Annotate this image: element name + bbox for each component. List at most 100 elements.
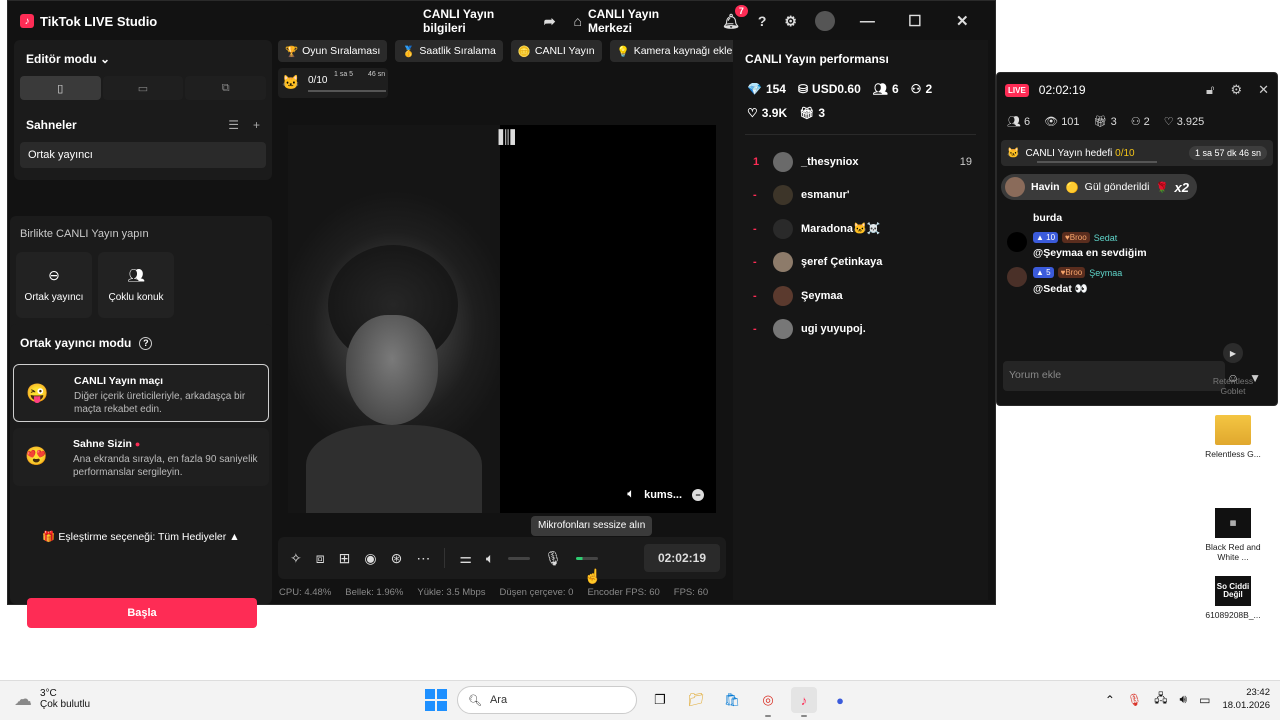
volume-icon[interactable]: 🔊︎ <box>1180 692 1188 707</box>
chip-live[interactable]: 🪙 CANLI Yayın <box>510 40 602 62</box>
add-icon[interactable]: + <box>253 118 260 132</box>
list-icon[interactable]: ☰ <box>228 118 239 132</box>
live-info-button[interactable]: CANLI Yayın bilgileri ➦ <box>423 7 555 35</box>
audio-source[interactable]: 🔈︎ kums... − <box>627 488 704 501</box>
mouse-cursor-icon: ☝ <box>584 568 602 584</box>
live-match-card[interactable]: 😜 CANLI Yayın maçı Diğer içerik üreticil… <box>13 364 269 422</box>
clock[interactable]: 23:42 18.01.2026 <box>1222 687 1270 713</box>
temperature: 3°C <box>40 688 57 699</box>
video-preview[interactable]: ▐║▌ 🔈︎ kums... − <box>288 125 716 513</box>
chat-text: @Şeymaa en sevdiğim <box>1033 247 1147 259</box>
network-icon[interactable]: 🖧 <box>1154 689 1167 710</box>
mic-level-slider[interactable] <box>576 556 599 560</box>
gift-icon: 🎁︎ <box>799 106 815 120</box>
chip-label: Kamera kaynağı ekle... <box>633 45 742 57</box>
close-icon[interactable]: ✕ <box>1258 82 1269 98</box>
chrome-icon[interactable]: ◎ <box>755 687 781 717</box>
volume-icon[interactable]: 🔈︎ <box>486 550 494 567</box>
chip-add-camera[interactable]: 💡 Kamera kaynağı ekle... <box>609 40 749 62</box>
chat-message[interactable]: ▲ 5 ♥Broo Şeymaa @Sedat 👀 <box>1007 267 1267 295</box>
live-goal[interactable]: 🐱 CANLI Yayın hedefi 0/10 1 sa 57 dk 46 … <box>1001 140 1273 166</box>
chevron-up-icon[interactable]: ⌃ <box>1105 693 1115 707</box>
more-icon[interactable]: ⋯ <box>416 550 430 567</box>
microphone-icon[interactable]: 🎙︎ <box>1127 693 1142 707</box>
cohost-tile[interactable]: ⊖ Ortak yayıncı <box>16 252 92 318</box>
viewer-row[interactable]: - ugi yuyupoj. <box>733 313 988 347</box>
layout-icon[interactable]: ⊞ <box>339 550 351 567</box>
stream-timer: 02:02:19 <box>643 544 720 572</box>
windows-start-icon[interactable] <box>425 689 447 711</box>
avatar <box>773 185 793 206</box>
minimize-icon[interactable]: — <box>853 13 882 30</box>
multi-guest-tile[interactable]: 👥︎ Çoklu konuk <box>98 252 174 318</box>
performance-stats: 💎 154 ⛁ USD0.60 👥︎ 6 ⚇ 2 ♡ 3.9K 🎁︎ 3 <box>733 78 973 124</box>
viewer-row[interactable]: 1 _thesyniox 19 <box>733 145 988 179</box>
user-plus-icon: ⚇ <box>1130 116 1141 128</box>
users-icon: 👥︎ <box>1007 116 1021 128</box>
start-button[interactable]: Başla <box>27 598 257 628</box>
store-icon[interactable]: 🛍︎ <box>719 687 745 713</box>
pairing-option[interactable]: 🎁 Eşleştirme seçeneği: Tüm Hediyeler ▲ <box>10 530 272 543</box>
avatar <box>773 319 793 340</box>
effects-icon[interactable]: ⊛ <box>391 550 403 567</box>
camera-subject-face <box>346 315 438 425</box>
live-center-button[interactable]: ⌂ CANLI Yayın Merkezi <box>574 7 705 35</box>
goal-widget[interactable]: 🐱 0/10 1 sa 5 46 sn <box>278 68 388 98</box>
followers-value: 2 <box>925 82 933 96</box>
gift-text: Gül gönderildi <box>1084 181 1150 193</box>
audio-levels-icon[interactable]: ▐║▌ <box>494 129 520 144</box>
desktop-icon-video[interactable]: So Ciddi Değil 61089208B_... <box>1202 576 1264 620</box>
play-icon[interactable]: ▶ <box>1223 343 1243 363</box>
chip-hourly-ranking[interactable]: 🥇 Saatlik Sıralama <box>395 40 503 62</box>
lock-icon[interactable]: 🔓︎ <box>1206 82 1214 98</box>
viewer-row[interactable]: - Maradona🐱☠️ <box>733 212 988 246</box>
volume-slider[interactable] <box>508 556 531 560</box>
settings-icon[interactable]: ⚙ <box>784 13 797 30</box>
minus-icon[interactable]: − <box>692 488 704 501</box>
screen-capture-icon[interactable]: ⧈ <box>316 550 325 567</box>
chip-game-ranking[interactable]: 🏆 Oyun Sıralaması <box>278 40 388 62</box>
comment-input[interactable]: Yorum ekle <box>1003 361 1225 391</box>
desktop-icon-image[interactable]: ▦ Black Red and White ... <box>1202 508 1264 562</box>
tiktok-live-icon[interactable]: ♪ <box>791 687 817 717</box>
viewer-row[interactable]: - şeref Çetinkaya <box>733 246 988 280</box>
portrait-icon[interactable]: ▯ <box>20 76 101 100</box>
gift-icon: 🎁 <box>42 531 56 543</box>
stage-card[interactable]: 😍 Sahne Sizin ● Ana ekranda sırayla, en … <box>13 428 269 486</box>
overlay-header: LIVE 02:02:19 🔓︎ ⚙ ✕ <box>997 73 1277 107</box>
sliders-icon[interactable]: ⚌ <box>459 550 472 567</box>
settings-icon[interactable]: ⚙ <box>1230 82 1242 98</box>
desktop-icon-folder[interactable]: Relentless G... <box>1202 415 1264 459</box>
file-explorer-icon[interactable]: 📁︎ <box>683 687 709 713</box>
live-overlay-window: LIVE 02:02:19 🔓︎ ⚙ ✕ 👥︎ 6 👁︎ 101 🎁︎ 3 ⚇ … <box>996 72 1278 406</box>
avatar[interactable] <box>814 11 835 31</box>
caret-up-icon: ▲ <box>229 531 240 543</box>
scene-item[interactable]: Ortak yayıncı <box>20 142 266 168</box>
record-icon[interactable]: ◉ <box>364 550 376 567</box>
weather-widget[interactable]: ☁ 3°C Çok bulutlu <box>14 688 90 710</box>
viewer-rank: - <box>753 189 757 202</box>
landscape-icon[interactable]: ▭ <box>102 76 184 100</box>
live-match-desc: Diğer içerik üreticileriyle, arkadaşça b… <box>74 391 246 415</box>
bell-icon[interactable]: 🔔︎ 7 <box>722 4 748 30</box>
viewer-row[interactable]: - Şeymaa <box>733 279 988 313</box>
search-input[interactable]: 🔍︎ Ara <box>457 686 637 714</box>
magic-wand-icon[interactable]: ✧ <box>290 550 302 567</box>
viewer-name: Şeymaa <box>801 289 843 302</box>
help-icon[interactable]: ? <box>139 336 153 350</box>
gifts-stat: 🎁︎ 3 <box>799 106 825 120</box>
help-icon[interactable]: ? <box>758 13 767 29</box>
chat-message[interactable]: ▲ 10 ♥Broo Sedat @Şeymaa en sevdiğim <box>1007 232 1267 259</box>
multi-layout-icon[interactable]: ⧉ <box>185 76 267 100</box>
app-circle-icon[interactable]: ● <box>827 687 853 713</box>
viewer-row[interactable]: - esmanur' <box>733 179 988 213</box>
task-view-icon[interactable]: ❐ <box>647 687 673 713</box>
followers-stat: ⚇ 2 <box>1131 115 1150 128</box>
editor-mode-dropdown[interactable]: Editör modu ⌄ <box>14 40 272 72</box>
avatar <box>773 151 793 172</box>
maximize-icon[interactable]: ☐ <box>900 12 929 30</box>
close-icon[interactable]: ✕ <box>948 12 977 30</box>
battery-icon[interactable]: ▭ <box>1199 693 1210 707</box>
goal-progress-bar <box>1037 161 1157 163</box>
microphone-icon[interactable]: 🎙︎ <box>544 550 562 567</box>
